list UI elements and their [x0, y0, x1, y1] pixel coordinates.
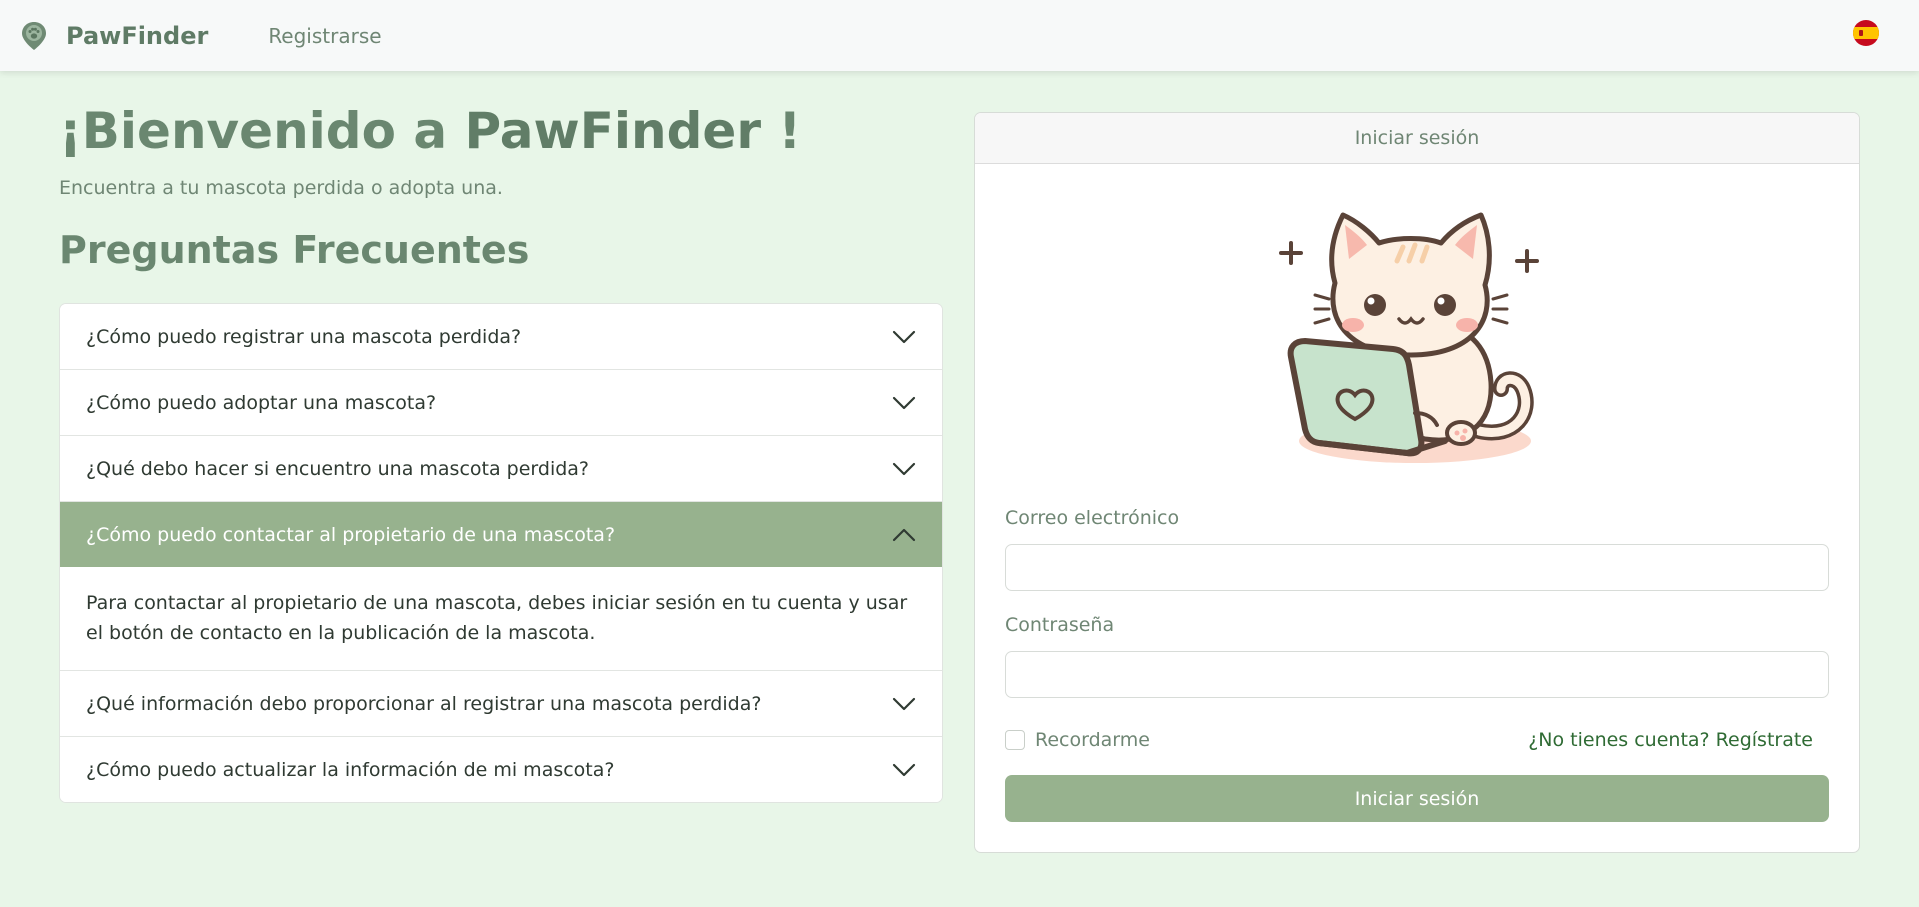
- register-link[interactable]: Registrarse: [268, 24, 381, 48]
- faq-answer: Para contactar al propietario de una mas…: [86, 592, 908, 644]
- faq-question-button[interactable]: ¿Cómo puedo adoptar una mascota?: [60, 370, 942, 435]
- faq-question: ¿Qué debo hacer si encuentro una mascota…: [86, 457, 590, 480]
- faq-item: ¿Qué información debo proporcionar al re…: [60, 671, 942, 737]
- faq-item-expanded: ¿Cómo puedo contactar al propietario de …: [60, 502, 942, 671]
- remember-label: Recordarme: [1035, 729, 1150, 751]
- faq-item: ¿Cómo puedo adoptar una mascota?: [60, 370, 942, 436]
- chevron-down-icon: [892, 462, 916, 475]
- navbar: PawFinder Registrarse: [0, 0, 1919, 71]
- spain-flag-icon[interactable]: [1853, 20, 1879, 46]
- faq-question: ¿Qué información debo proporcionar al re…: [86, 692, 762, 715]
- welcome-suffix: !: [760, 102, 802, 160]
- faq-item: ¿Qué debo hacer si encuentro una mascota…: [60, 436, 942, 502]
- faq-question-button[interactable]: ¿Cómo puedo actualizar la información de…: [60, 737, 942, 802]
- faq-question: ¿Cómo puedo adoptar una mascota?: [86, 391, 437, 414]
- faq-item: ¿Cómo puedo registrar una mascota perdid…: [60, 304, 942, 370]
- login-button[interactable]: Iniciar sesión: [1005, 775, 1829, 822]
- faq-question: ¿Cómo puedo contactar al propietario de …: [86, 523, 616, 546]
- chevron-down-icon: [892, 763, 916, 776]
- faq-question-button[interactable]: ¿Cómo puedo contactar al propietario de …: [60, 502, 942, 567]
- email-label: Correo electrónico: [1005, 507, 1180, 529]
- faq-item: ¿Cómo puedo actualizar la información de…: [60, 737, 942, 802]
- faq-title: Preguntas Frecuentes: [59, 228, 530, 272]
- tagline: Encuentra a tu mascota perdida o adopta …: [59, 177, 503, 199]
- faq-question-button[interactable]: ¿Qué información debo proporcionar al re…: [60, 671, 942, 736]
- faq-question-button[interactable]: ¿Qué debo hacer si encuentro una mascota…: [60, 436, 942, 501]
- welcome-prefix: ¡Bienvenido a: [59, 102, 465, 160]
- welcome-brand: PawFinder: [464, 102, 761, 160]
- password-label: Contraseña: [1005, 614, 1115, 636]
- cat-laptop-illustration: [1279, 212, 1539, 463]
- faq-question: ¿Cómo puedo actualizar la información de…: [86, 758, 615, 781]
- login-card-header: Iniciar sesión: [975, 113, 1859, 164]
- chevron-up-icon: [892, 528, 916, 541]
- brand-name: PawFinder: [66, 21, 209, 50]
- left-column: ¡Bienvenido a PawFinder ! Encuentra a tu…: [59, 71, 943, 803]
- email-input[interactable]: [1005, 544, 1829, 591]
- signup-link[interactable]: ¿No tienes cuenta? Regístrate: [1528, 729, 1813, 751]
- faq-question: ¿Cómo puedo registrar una mascota perdid…: [86, 325, 522, 348]
- chevron-down-icon: [892, 396, 916, 409]
- faq-question-button[interactable]: ¿Cómo puedo registrar una mascota perdid…: [60, 304, 942, 369]
- welcome-heading: ¡Bienvenido a PawFinder !: [59, 101, 943, 161]
- brand[interactable]: PawFinder: [20, 20, 208, 52]
- chevron-down-icon: [892, 697, 916, 710]
- faq-accordion: ¿Cómo puedo registrar una mascota perdid…: [59, 303, 943, 803]
- chevron-down-icon: [892, 330, 916, 343]
- remember-me[interactable]: Recordarme: [1005, 729, 1150, 751]
- paw-pin-icon: [22, 21, 46, 50]
- login-card: Iniciar sesión Correo electrónico Contra…: [974, 112, 1860, 853]
- password-input[interactable]: [1005, 651, 1829, 698]
- remember-checkbox[interactable]: [1005, 730, 1025, 750]
